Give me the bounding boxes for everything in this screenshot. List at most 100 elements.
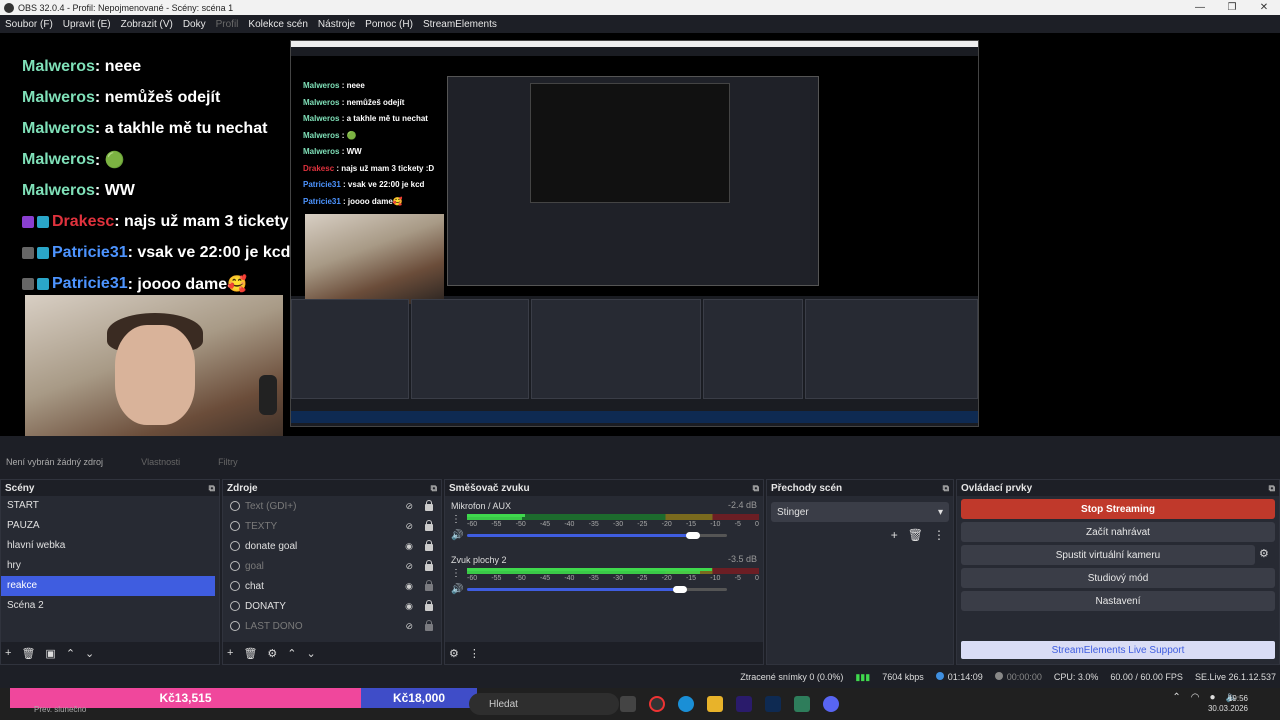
speaker-icon[interactable]: 🔊 — [451, 530, 463, 541]
add-scene-button[interactable]: + — [5, 647, 11, 659]
menu-tools[interactable]: Nástroje — [313, 19, 360, 30]
menu-edit[interactable]: Upravit (E) — [58, 19, 116, 30]
streamelements-live-support-button[interactable]: StreamElements Live Support — [961, 641, 1275, 659]
close-button[interactable]: ✕ — [1248, 0, 1280, 15]
move-scene-down-button[interactable]: ⌄ — [85, 647, 94, 660]
scene-item[interactable]: START — [1, 496, 219, 516]
mod-badge-icon — [22, 246, 34, 259]
speaker-icon[interactable]: 🔊 — [451, 584, 463, 595]
eye-icon[interactable]: ◉ — [405, 601, 413, 612]
mixer-menu-button[interactable]: ⋮ — [469, 647, 480, 660]
volume-slider[interactable] — [467, 588, 680, 591]
tray-chevron-icon[interactable]: ⌃ — [1172, 692, 1180, 703]
stop-streaming-button[interactable]: Stop Streaming — [961, 499, 1275, 519]
source-item[interactable]: TEXTY ⊘ — [223, 516, 441, 536]
dock-undock-icon[interactable]: ⧉ — [753, 483, 759, 494]
transition-select[interactable]: Stinger ▾ — [771, 502, 949, 522]
lock-icon[interactable] — [425, 600, 433, 611]
weather-widget[interactable]: Prev. slunečno — [34, 705, 86, 714]
scene-item-selected[interactable]: reakce — [1, 576, 215, 596]
dock-undock-icon[interactable]: ⧉ — [431, 483, 437, 494]
menu-view[interactable]: Zobrazit (V) — [116, 19, 178, 30]
move-scene-up-button[interactable]: ⌃ — [66, 647, 75, 660]
eye-hidden-icon[interactable]: ⊘ — [405, 621, 413, 632]
channel-menu-icon[interactable]: ⋮ — [451, 568, 461, 579]
eye-hidden-icon[interactable]: ⊘ — [405, 561, 413, 572]
folder-icon[interactable] — [707, 696, 723, 712]
channel-menu-icon[interactable]: ⋮ — [451, 514, 461, 525]
eye-icon[interactable]: ◉ — [405, 581, 413, 592]
menu-streamelements[interactable]: StreamElements — [418, 19, 502, 30]
lock-icon[interactable] — [425, 520, 433, 531]
lock-open-icon[interactable] — [425, 620, 433, 631]
source-item[interactable]: DONATY ◉ — [223, 596, 441, 616]
scene-item[interactable]: Scéna 2 — [1, 596, 219, 616]
scene-item[interactable]: hlavní webka — [1, 536, 219, 556]
premiere-icon[interactable] — [736, 696, 752, 712]
eye-hidden-icon[interactable]: ⊘ — [405, 501, 413, 512]
wifi-icon[interactable]: ◠ — [1191, 692, 1200, 703]
studio-mode-button[interactable]: Studiový mód — [961, 568, 1275, 588]
advanced-audio-properties-button[interactable]: ⚙ — [449, 647, 459, 660]
source-item[interactable]: chat ◉ — [223, 576, 441, 596]
volume-slider[interactable] — [467, 534, 693, 537]
settings-button[interactable]: Nastavení — [961, 591, 1275, 611]
taskbar-search[interactable]: Hledat — [469, 693, 619, 715]
scene-item[interactable]: PAUZA — [1, 516, 219, 536]
virtual-camera-row: Spustit virtuální kameru ⚙ — [957, 542, 1279, 565]
meter-scale: -60 -55 -50 -45 -40 -35 -30 -25 -20 -15 -10 -5 0 — [467, 521, 759, 528]
source-item[interactable]: goal ⊘ — [223, 556, 441, 576]
menu-docks[interactable]: Doky — [178, 19, 211, 30]
filters-button[interactable]: Filtry — [218, 457, 238, 467]
lock-icon[interactable] — [425, 560, 433, 571]
dock-undock-icon[interactable]: ⧉ — [943, 483, 949, 494]
volume-slider-handle[interactable] — [673, 586, 687, 593]
source-item[interactable]: LAST DONO ⊘ — [223, 616, 441, 636]
source-properties-button[interactable]: ⚙ — [267, 647, 277, 660]
app-icon[interactable] — [794, 696, 810, 712]
lock-open-icon[interactable] — [425, 580, 433, 591]
eye-icon[interactable]: ◉ — [405, 541, 413, 552]
properties-button[interactable]: Vlastnosti — [141, 457, 180, 467]
chat-text: : vsak ve 22:00 je kcd — [127, 243, 291, 261]
start-recording-button[interactable]: Začít nahrávat — [961, 522, 1275, 542]
edge-icon[interactable] — [678, 696, 694, 712]
menu-profile[interactable]: Profil — [211, 19, 244, 30]
menu-help[interactable]: Pomoc (H) — [360, 19, 418, 30]
file-explorer-icon[interactable] — [620, 696, 636, 712]
lock-icon[interactable] — [425, 540, 433, 551]
menu-file[interactable]: Soubor (F) — [0, 19, 58, 30]
scene-item[interactable]: hry — [1, 556, 219, 576]
source-item[interactable]: donate goal ◉ — [223, 536, 441, 556]
preview-canvas[interactable]: Malweros : neee Malweros : nemůžeš odejí… — [0, 33, 1280, 443]
maximize-button[interactable]: ❐ — [1216, 0, 1248, 15]
discord-icon[interactable] — [823, 696, 839, 712]
dock-undock-icon[interactable]: ⧉ — [1269, 483, 1275, 494]
dock-undock-icon[interactable]: ⧉ — [209, 483, 215, 494]
remove-scene-button[interactable]: 🗑 — [21, 647, 35, 660]
remove-transition-button[interactable]: 🗑 — [908, 528, 923, 542]
mixer-dock-header: Směšovač zvuku ⧉ — [445, 480, 763, 496]
move-source-up-button[interactable]: ⌃ — [287, 647, 296, 660]
volume-slider-track[interactable] — [680, 588, 727, 591]
add-source-button[interactable]: + — [227, 647, 233, 659]
taskbar-clock[interactable]: 19:56 30.03.2026 — [1208, 694, 1248, 714]
eye-hidden-icon[interactable]: ⊘ — [405, 521, 413, 532]
transition-menu-button[interactable]: ⋮ — [933, 528, 945, 542]
start-virtual-camera-button[interactable]: Spustit virtuální kameru — [961, 545, 1255, 565]
scene-filters-button[interactable]: ▣ — [45, 647, 55, 660]
source-label: goal — [245, 560, 264, 572]
gear-icon[interactable]: ⚙ — [1259, 547, 1275, 560]
remove-source-button[interactable]: 🗑 — [243, 647, 257, 660]
chat-overlay: Malweros : neee Malweros : nemůžeš odejí… — [22, 51, 310, 299]
menu-scene-collection[interactable]: Kolekce scén — [243, 19, 312, 30]
add-transition-button[interactable]: + — [891, 528, 898, 542]
minimize-button[interactable]: — — [1184, 0, 1216, 15]
volume-slider-handle[interactable] — [686, 532, 700, 539]
photoshop-icon[interactable] — [765, 696, 781, 712]
move-source-down-button[interactable]: ⌄ — [307, 647, 316, 660]
volume-meter — [467, 514, 759, 520]
obs-taskbar-icon[interactable] — [649, 696, 665, 712]
lock-icon[interactable] — [425, 500, 433, 511]
source-item[interactable]: Text (GDI+) ⊘ — [223, 496, 441, 516]
